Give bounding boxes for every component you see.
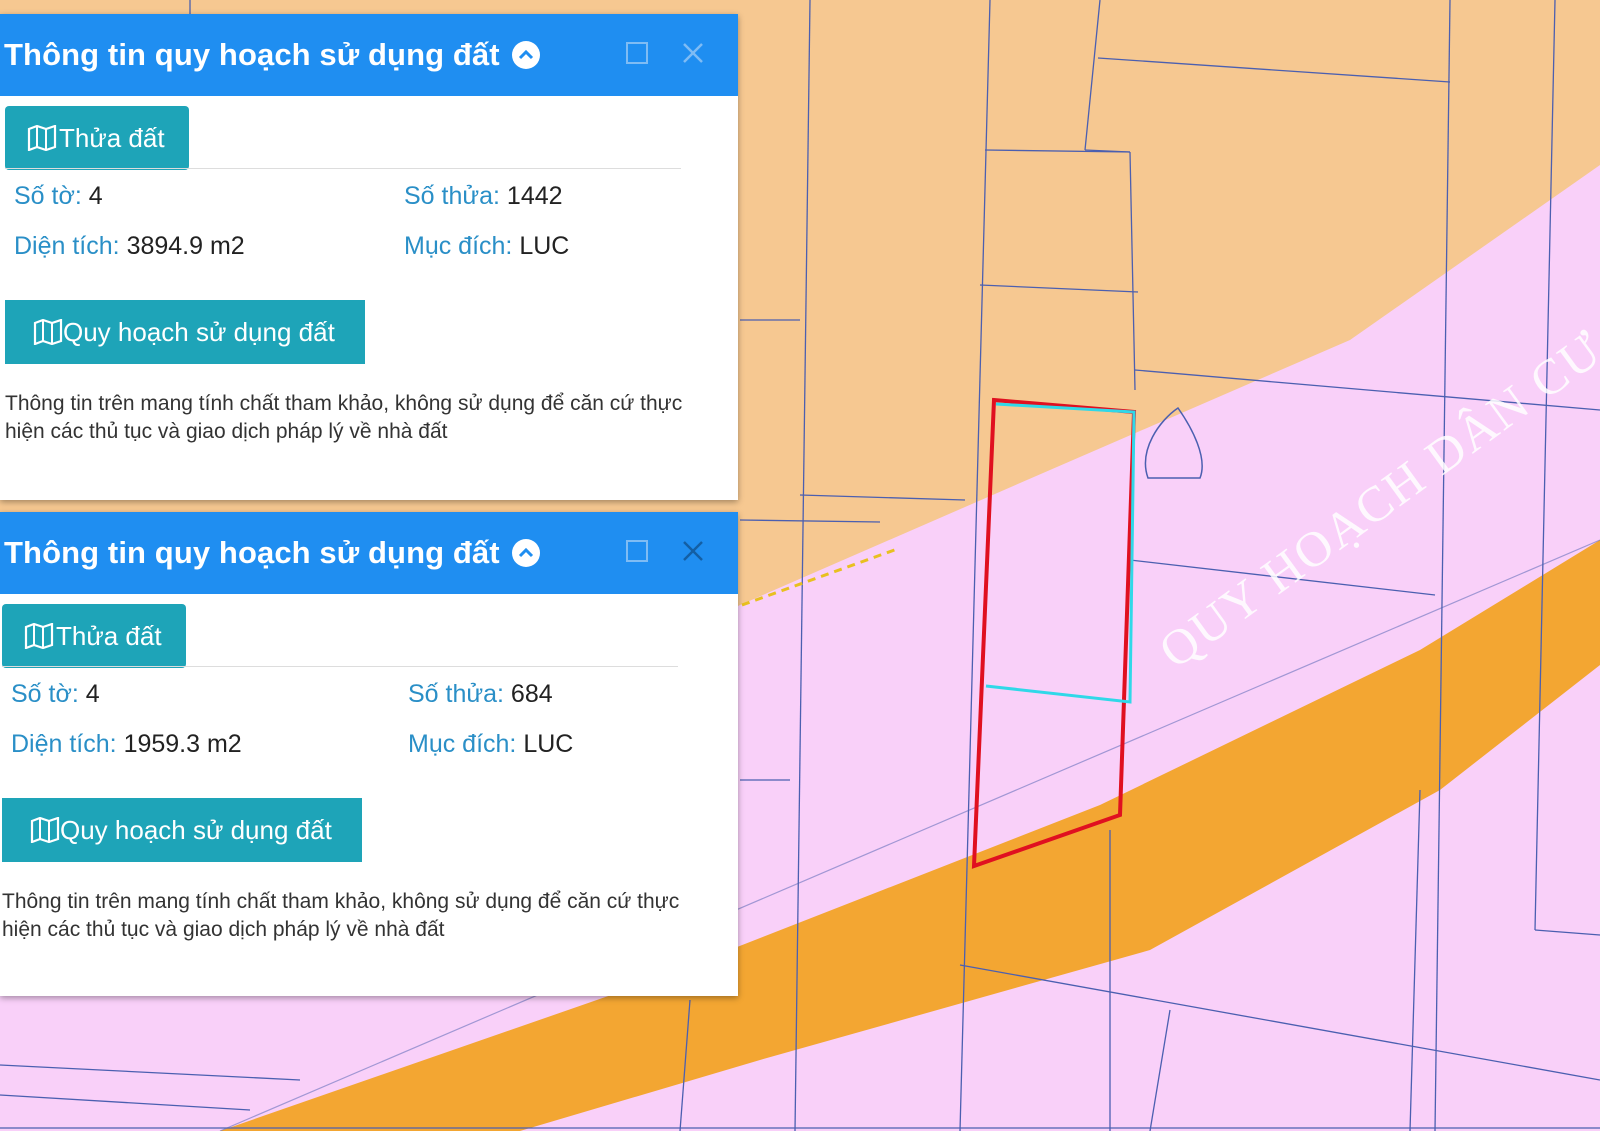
so-to-value: 4: [88, 182, 103, 210]
close-icon[interactable]: [678, 38, 708, 68]
field-so-thua: Số thửa: 1442: [404, 182, 563, 211]
map-icon: [27, 125, 57, 151]
panel-header[interactable]: Thông tin quy hoạch sử dụng đất: [0, 14, 738, 96]
muc-dich-label: Mục đích:: [404, 232, 513, 260]
close-icon[interactable]: [678, 536, 708, 566]
map-icon: [30, 817, 60, 843]
so-thua-value: 684: [510, 680, 553, 708]
disclaimer-note: Thông tin trên mang tính chất tham khảo,…: [5, 392, 683, 443]
divider: [5, 168, 681, 169]
so-thua-label: Số thửa:: [408, 680, 504, 708]
divider: [2, 666, 678, 667]
muc-dich-value: LUC: [519, 232, 570, 260]
field-so-to: Số tờ: 4: [11, 680, 100, 709]
field-so-to: Số tờ: 4: [14, 182, 103, 211]
field-muc-dich: Mục đích: LUC: [404, 232, 569, 261]
action-label: Quy hoạch sử dụng đất: [60, 814, 332, 845]
dien-tich-label: Diện tích:: [11, 730, 117, 758]
action-label: Quy hoạch sử dụng đất: [63, 316, 335, 347]
quy-hoach-button[interactable]: Quy hoạch sử dụng đất: [2, 798, 362, 862]
quy-hoach-button[interactable]: Quy hoạch sử dụng đất: [5, 300, 365, 364]
maximize-icon[interactable]: [622, 38, 652, 68]
dien-tich-value: 1959.3 m2: [123, 730, 242, 758]
so-to-label: Số tờ:: [11, 680, 79, 708]
map-icon: [33, 319, 63, 345]
maximize-icon[interactable]: [622, 536, 652, 566]
tab-label: Thửa đất: [56, 620, 162, 651]
so-to-label: Số tờ:: [14, 182, 82, 210]
panel-header[interactable]: Thông tin quy hoạch sử dụng đất: [0, 512, 738, 594]
disclaimer-note: Thông tin trên mang tính chất tham khảo,…: [2, 890, 680, 941]
muc-dich-value: LUC: [523, 730, 574, 758]
chevron-up-icon[interactable]: [511, 41, 540, 69]
chevron-up-icon[interactable]: [511, 539, 540, 567]
muc-dich-label: Mục đích:: [408, 730, 517, 758]
so-thua-value: 1442: [506, 182, 563, 210]
panel-title: Thông tin quy hoạch sử dụng đất: [4, 37, 500, 72]
tab-thua-dat[interactable]: Thửa đất: [2, 604, 186, 668]
field-so-thua: Số thửa: 684: [408, 680, 553, 709]
dien-tich-label: Diện tích:: [14, 232, 120, 260]
so-thua-label: Số thửa:: [404, 182, 500, 210]
map-icon: [24, 623, 54, 649]
field-muc-dich: Mục đích: LUC: [408, 730, 573, 759]
so-to-value: 4: [85, 680, 100, 708]
field-dien-tich: Diện tích: 1959.3 m2: [11, 730, 242, 759]
panel-title: Thông tin quy hoạch sử dụng đất: [4, 535, 500, 570]
info-panel-1: Thông tin quy hoạch sử dụng đất Thửa đất…: [0, 14, 738, 500]
field-dien-tich: Diện tích: 3894.9 m2: [14, 232, 245, 261]
tab-label: Thửa đất: [59, 122, 165, 153]
info-panel-2: Thông tin quy hoạch sử dụng đất Thửa đất…: [0, 512, 738, 996]
dien-tich-value: 3894.9 m2: [126, 232, 245, 260]
tab-thua-dat[interactable]: Thửa đất: [5, 106, 189, 170]
